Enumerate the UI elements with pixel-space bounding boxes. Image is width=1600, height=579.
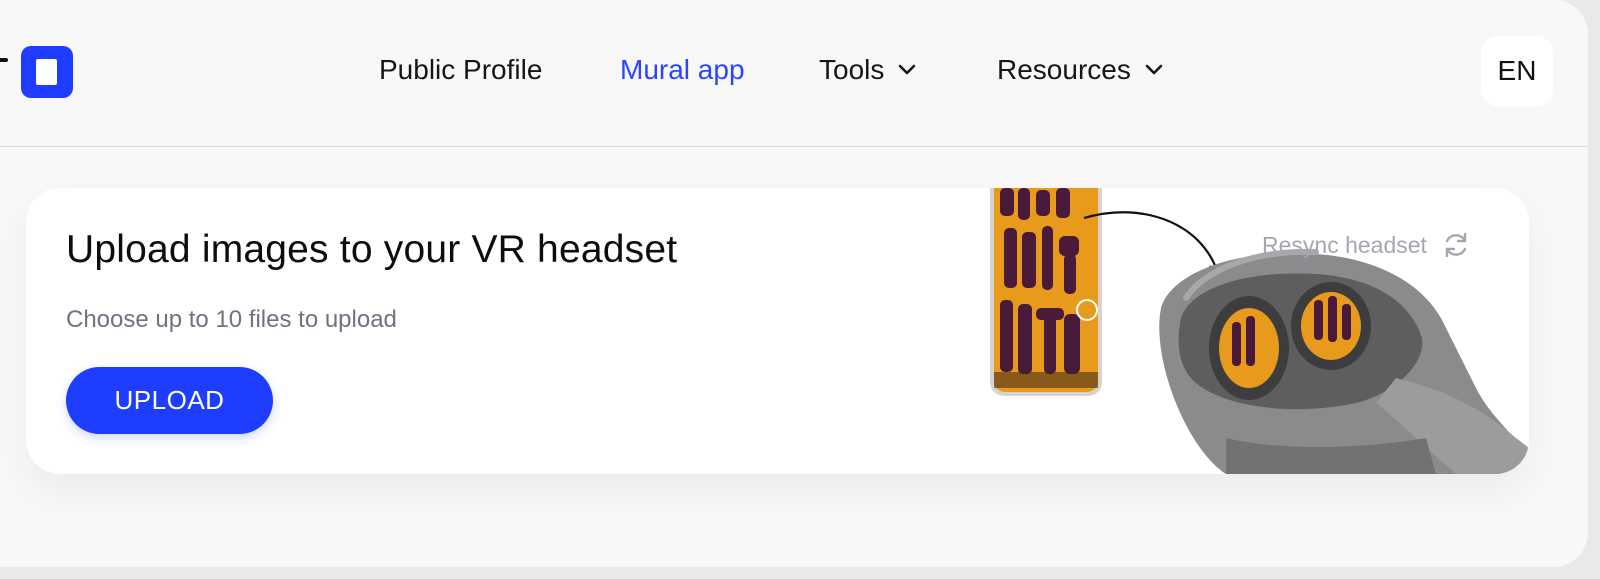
refresh-icon: [1445, 232, 1467, 258]
card-subtitle: Choose up to 10 files to upload: [66, 306, 397, 333]
chevron-down-icon: [899, 64, 916, 75]
nav-resources[interactable]: Resources: [997, 52, 1163, 88]
app-frame: Public Profile Mural app Tools Resources…: [0, 0, 1588, 567]
phone-image: [990, 188, 1102, 396]
top-navigation: Public Profile Mural app Tools Resources…: [0, 0, 1588, 147]
nav-resources-label: Resources: [997, 54, 1131, 85]
resync-headset-button[interactable]: Resync headset: [1262, 228, 1471, 262]
vr-headset-image: [1159, 248, 1529, 474]
nav-tools[interactable]: Tools: [819, 52, 916, 88]
nav-tools-label: Tools: [819, 54, 885, 85]
language-label: EN: [1497, 55, 1537, 86]
nav-mural-app[interactable]: Mural app: [620, 52, 745, 88]
logo-text-fragment: [0, 58, 8, 62]
card-title: Upload images to your VR headset: [66, 228, 678, 271]
arrow-icon: [1083, 211, 1220, 275]
language-selector[interactable]: EN: [1481, 36, 1553, 106]
upload-card: Upload images to your VR headset Choose …: [26, 188, 1529, 474]
nav-public-profile[interactable]: Public Profile: [379, 52, 542, 88]
resync-headset-label: Resync headset: [1262, 231, 1427, 258]
nav-mural-app-label: Mural app: [620, 54, 745, 85]
nav-public-profile-label: Public Profile: [379, 54, 543, 85]
chevron-down-icon: [1145, 64, 1163, 75]
logo-icon[interactable]: [21, 46, 73, 98]
upload-button[interactable]: UPLOAD: [66, 367, 273, 434]
